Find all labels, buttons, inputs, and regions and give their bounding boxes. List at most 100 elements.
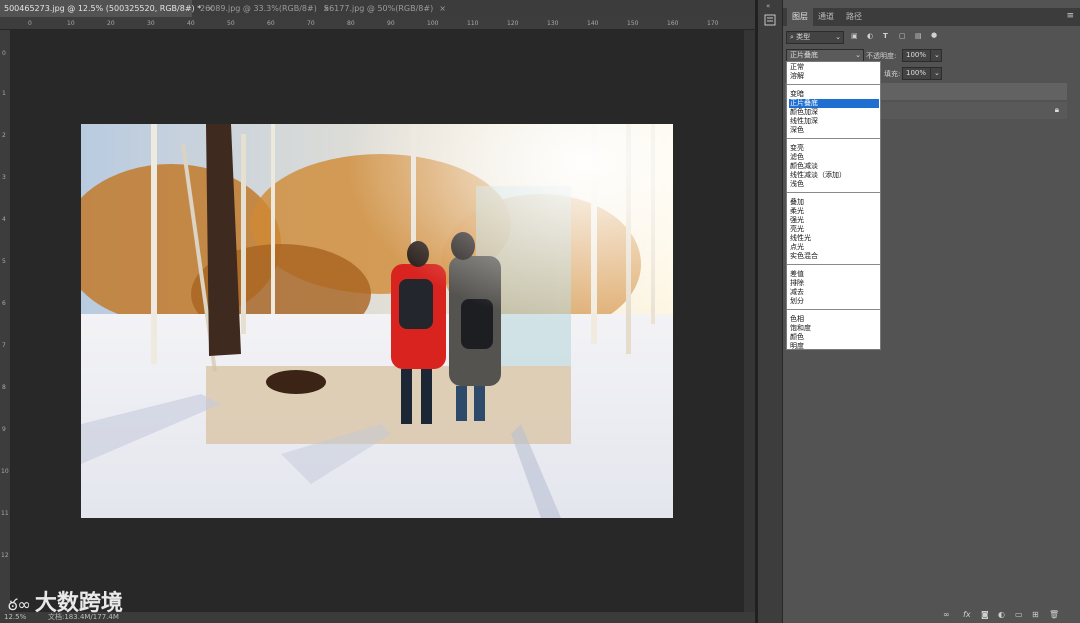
ruler-label: 6 — [2, 300, 6, 307]
ruler-label: 20 — [107, 20, 115, 27]
menu-item-linear-dodge[interactable]: 线性减淡（添加） — [789, 171, 879, 180]
chevron-down-icon: ⌄ — [934, 51, 940, 59]
ruler-label: 160 — [667, 20, 679, 27]
ruler-label: 10 — [67, 20, 75, 27]
ruler-label: 80 — [347, 20, 355, 27]
tab-document-1[interactable]: 500465273.jpg @ 12.5% (500325520, RGB/8#… — [0, 0, 214, 17]
panel-tab-bar: 图层 通道 路径 ≡ — [783, 8, 1080, 26]
ruler-label: 11 — [1, 510, 9, 517]
winter-forest-photo — [81, 124, 673, 518]
smart-object-filter-icon[interactable]: ▤ — [915, 32, 922, 40]
menu-item-multiply[interactable]: 正片叠底 — [789, 99, 879, 108]
menu-item-hard-light[interactable]: 强光 — [789, 216, 879, 225]
ruler-label: 12 — [1, 552, 9, 559]
close-icon[interactable]: × — [439, 4, 446, 13]
opacity-dropdown-button[interactable]: ⌄ — [930, 49, 942, 62]
menu-item-color-dodge[interactable]: 颜色减淡 — [789, 162, 879, 171]
ruler-label: 10 — [1, 468, 9, 475]
chevron-down-icon: ⌄ — [835, 33, 841, 41]
menu-item-exclusion[interactable]: 排除 — [789, 279, 879, 288]
watermark-text: 大数跨境 — [34, 591, 123, 616]
vertical-ruler: 0 1 2 3 4 5 6 7 8 9 10 11 12 — [0, 30, 11, 612]
chevron-down-icon: ⌄ — [855, 51, 861, 59]
document-tab-bar: 500465273.jpg @ 12.5% (500325520, RGB/8#… — [0, 0, 755, 17]
layer-filter-select[interactable]: ⌕ 类型 ⌄ — [786, 31, 844, 44]
shape-filter-icon[interactable]: ▢ — [899, 32, 906, 40]
menu-separator — [787, 264, 880, 265]
fill-dropdown-button[interactable]: ⌄ — [930, 67, 942, 80]
ruler-label: 100 — [427, 20, 439, 27]
collapsed-panel-icons: « — [758, 0, 782, 623]
filter-kind-label: 类型 — [796, 33, 811, 41]
menu-item-normal[interactable]: 正常 — [789, 63, 879, 72]
ruler-label: 1 — [2, 90, 6, 97]
menu-item-lighten[interactable]: 变亮 — [789, 144, 879, 153]
blend-mode-value: 正片叠底 — [790, 51, 818, 59]
ruler-label: 3 — [2, 174, 6, 181]
ruler-label: 50 — [227, 20, 235, 27]
menu-item-darken[interactable]: 变暗 — [789, 90, 879, 99]
menu-item-saturation[interactable]: 饱和度 — [789, 324, 879, 333]
menu-item-subtract[interactable]: 减去 — [789, 288, 879, 297]
search-icon: ⌕ — [790, 33, 794, 41]
tab-channels[interactable]: 通道 — [813, 8, 839, 26]
menu-item-vivid-light[interactable]: 亮光 — [789, 225, 879, 234]
ruler-label: 7 — [2, 342, 6, 349]
menu-separator — [787, 138, 880, 139]
menu-item-hard-mix[interactable]: 实色混合 — [789, 252, 879, 261]
filter-icons: ▣ ◐ T ▢ ▤ ● — [851, 31, 941, 43]
collapse-icon[interactable]: « — [766, 2, 770, 10]
adjustment-filter-icon[interactable]: ◐ — [867, 32, 873, 40]
chevron-down-icon: ⌄ — [934, 69, 940, 77]
watermark-logo: ఠ∞ 大数跨境 — [8, 585, 123, 618]
menu-item-luminosity[interactable]: 明度 — [789, 342, 879, 351]
new-layer-icon[interactable]: ⊞ — [1032, 610, 1039, 619]
ruler-label: 120 — [507, 20, 519, 27]
vertical-scrollbar[interactable] — [744, 30, 755, 612]
menu-item-divide[interactable]: 划分 — [789, 297, 879, 306]
menu-item-lighter-color[interactable]: 浅色 — [789, 180, 879, 189]
menu-item-color-burn[interactable]: 颜色加深 — [789, 108, 879, 117]
menu-item-linear-light[interactable]: 线性光 — [789, 234, 879, 243]
tab-title: 56177.jpg @ 50%(RGB/8#) — [324, 4, 434, 13]
lock-icon[interactable]: 🔒︎ — [1055, 105, 1059, 115]
menu-item-difference[interactable]: 差值 — [789, 270, 879, 279]
delete-layer-icon[interactable]: 🗑︎ — [1049, 610, 1059, 619]
new-group-icon[interactable]: ▭ — [1015, 610, 1023, 619]
tab-document-3[interactable]: 56177.jpg @ 50%(RGB/8#) × — [320, 0, 446, 17]
menu-item-hue[interactable]: 色相 — [789, 315, 879, 324]
tab-document-2[interactable]: 26089.jpg @ 33.3%(RGB/8#) × — [196, 0, 330, 17]
pixel-filter-icon[interactable]: ▣ — [851, 32, 858, 40]
tab-layers[interactable]: 图层 — [787, 8, 813, 26]
ruler-label: 150 — [627, 20, 639, 27]
document-image[interactable] — [81, 124, 673, 518]
menu-item-linear-burn[interactable]: 线性加深 — [789, 117, 879, 126]
menu-item-soft-light[interactable]: 柔光 — [789, 207, 879, 216]
ruler-label: 0 — [2, 50, 6, 57]
add-mask-icon[interactable]: ◙ — [981, 610, 989, 619]
menu-item-overlay[interactable]: 叠加 — [789, 198, 879, 207]
ruler-label: 90 — [387, 20, 395, 27]
adjustment-layer-icon[interactable]: ◐ — [998, 610, 1005, 619]
menu-item-dissolve[interactable]: 溶解 — [789, 72, 879, 81]
panel-menu-icon[interactable]: ≡ — [1066, 11, 1074, 21]
opacity-label: 不透明度: — [866, 52, 897, 60]
type-filter-icon[interactable]: T — [883, 32, 888, 40]
ruler-label: 170 — [707, 20, 719, 27]
fill-label: 填充: — [884, 70, 901, 78]
tab-paths[interactable]: 路径 — [841, 8, 867, 26]
link-layers-icon[interactable]: ∞ — [943, 610, 950, 619]
ruler-label: 70 — [307, 20, 315, 27]
logo-icon: ఠ∞ — [8, 595, 31, 614]
menu-item-screen[interactable]: 滤色 — [789, 153, 879, 162]
ruler-label: 0 — [28, 20, 32, 27]
filter-toggle-icon[interactable]: ● — [931, 31, 937, 39]
menu-item-pin-light[interactable]: 点光 — [789, 243, 879, 252]
ruler-label: 30 — [147, 20, 155, 27]
layer-style-icon[interactable]: fx — [963, 610, 971, 619]
history-icon[interactable] — [764, 14, 776, 26]
menu-item-darker-color[interactable]: 深色 — [789, 126, 879, 135]
menu-separator — [787, 192, 880, 193]
menu-item-color[interactable]: 颜色 — [789, 333, 879, 342]
ruler-label: 4 — [2, 216, 6, 223]
